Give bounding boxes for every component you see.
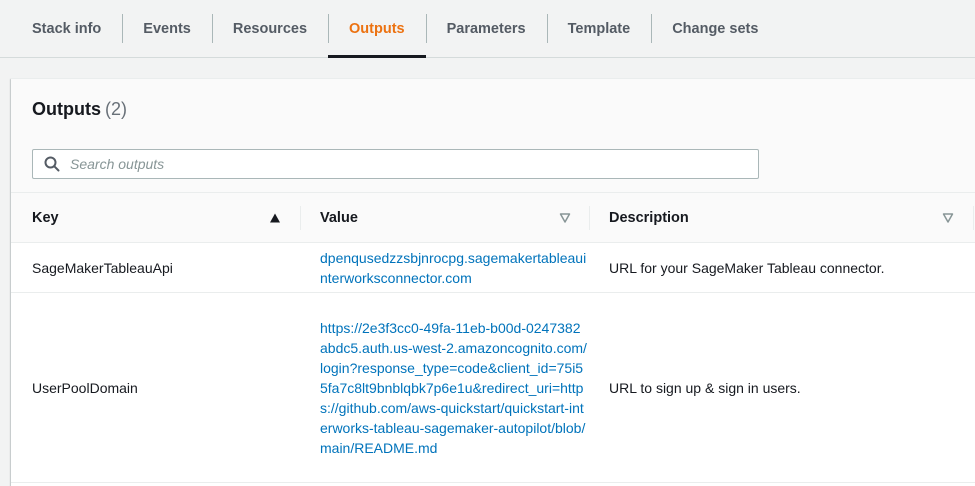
outputs-panel: Outputs(2) Key Value Description	[11, 78, 975, 486]
tab-change-sets[interactable]: Change sets	[651, 0, 779, 57]
column-header-key-label: Key	[32, 210, 59, 226]
sort-unsorted-icon	[942, 212, 954, 224]
sort-unsorted-icon	[559, 212, 571, 224]
tab-outputs[interactable]: Outputs	[328, 0, 426, 58]
tab-parameters[interactable]: Parameters	[425, 0, 547, 57]
panel-title-text: Outputs	[32, 99, 101, 119]
output-value-link[interactable]: https://2e3f3cc0-49fa-11eb-b00d-0247382a…	[320, 318, 588, 458]
output-value: https://2e3f3cc0-49fa-11eb-b00d-0247382a…	[320, 293, 588, 482]
page-title: Outputs (2)	[32, 99, 127, 120]
output-description: URL for your SageMaker Tableau connector…	[609, 259, 885, 276]
table-header: Key Value Description	[11, 193, 975, 243]
column-header-value[interactable]: Value	[320, 193, 590, 243]
output-key: UserPoolDomain	[32, 379, 138, 396]
output-value-link[interactable]: dpenqusedzzsbjnrocpg.sagemakertableauint…	[320, 248, 588, 288]
table-row: UserPoolDomain https://2e3f3cc0-49fa-11e…	[11, 293, 975, 483]
tab-events[interactable]: Events	[122, 0, 212, 57]
column-header-description-label: Description	[609, 210, 689, 226]
outputs-count: (2)	[105, 99, 127, 119]
sort-ascending-icon	[269, 212, 281, 224]
column-header-description[interactable]: Description	[609, 193, 975, 243]
tab-resources[interactable]: Resources	[211, 0, 328, 57]
output-key: SageMakerTableauApi	[32, 259, 173, 276]
tab-bar: Stack info Events Resources Outputs Para…	[0, 0, 975, 58]
search-box	[32, 149, 759, 179]
tab-template[interactable]: Template	[546, 0, 652, 57]
output-description: URL to sign up & sign in users.	[609, 379, 801, 396]
search-input[interactable]	[70, 156, 758, 172]
column-divider	[589, 206, 590, 230]
column-header-value-label: Value	[320, 210, 358, 226]
column-divider	[973, 206, 974, 230]
search-icon	[44, 156, 60, 172]
tab-stack-info[interactable]: Stack info	[11, 0, 122, 57]
output-value: dpenqusedzzsbjnrocpg.sagemakertableauint…	[320, 243, 588, 292]
panel-header: Outputs (2)	[11, 79, 975, 193]
table-row: SageMakerTableauApi dpenqusedzzsbjnrocpg…	[11, 243, 975, 293]
column-header-key[interactable]: Key	[32, 193, 302, 243]
column-divider	[300, 206, 301, 230]
